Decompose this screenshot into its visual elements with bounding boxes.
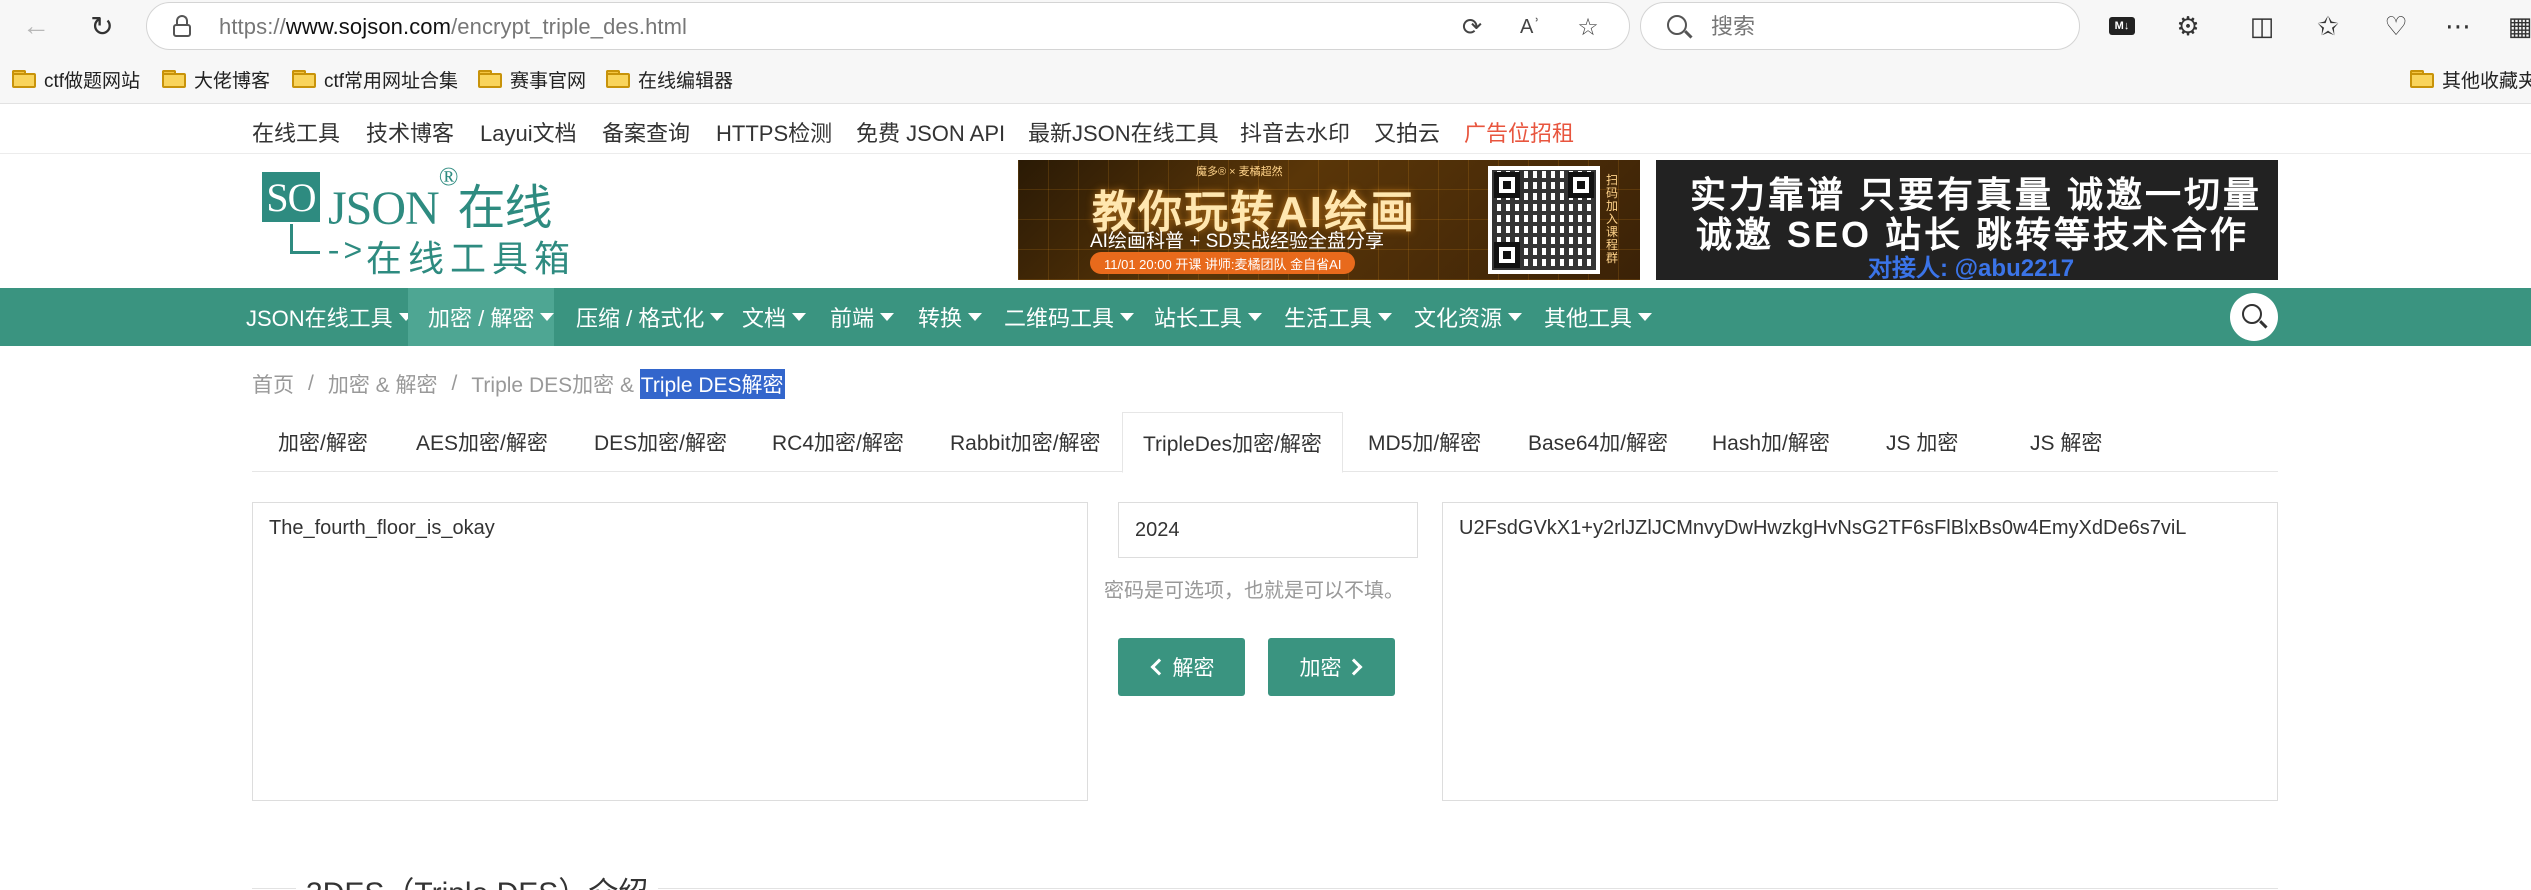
browser-search bbox=[1640, 2, 2080, 50]
caret-down-icon bbox=[1508, 313, 1523, 321]
browser-search-input[interactable] bbox=[1711, 11, 2051, 43]
caret-down-icon bbox=[968, 313, 983, 321]
tab-js-encrypt[interactable]: JS 加密 bbox=[1886, 412, 1958, 472]
bookmark-other-folder[interactable]: 其他收藏夹 bbox=[2410, 66, 2531, 92]
plaintext-input[interactable]: The_fourth_floor_is_okay bbox=[252, 502, 1088, 801]
tab-tripledes[interactable]: TripleDes加密/解密 bbox=[1122, 412, 1343, 473]
nav-compress-format[interactable]: 压缩 / 格式化 bbox=[576, 288, 725, 346]
caret-down-icon bbox=[1378, 313, 1393, 321]
folder-icon bbox=[606, 70, 630, 88]
tab-rabbit[interactable]: Rabbit加密/解密 bbox=[950, 412, 1101, 472]
favorite-star-icon[interactable]: ☆ bbox=[1571, 11, 1605, 43]
bookmarks-bar: ctf做题网站 大佬博客 ctf常用网址合集 赛事官网 在线编辑器 其他收藏夹 bbox=[0, 54, 2531, 104]
breadcrumb-current: Triple DES加密 & bbox=[471, 374, 640, 397]
folder-icon bbox=[292, 70, 316, 88]
tab-des[interactable]: DES加密/解密 bbox=[594, 412, 727, 472]
search-icon bbox=[1667, 15, 1687, 35]
top-link[interactable]: 技术博客 bbox=[366, 116, 454, 148]
top-link[interactable]: 抖音去水印 bbox=[1240, 116, 1350, 148]
folder-icon bbox=[478, 70, 502, 88]
url-text[interactable]: https://www.sojson.com/encrypt_triple_de… bbox=[219, 14, 687, 40]
top-link[interactable]: 最新JSON在线工具 bbox=[1028, 116, 1219, 148]
tool-tabs: 加密/解密 AES加密/解密 DES加密/解密 RC4加密/解密 Rabbit加… bbox=[252, 412, 2278, 473]
markdown-extension-icon[interactable]: M↓ bbox=[2102, 8, 2142, 44]
nav-qrcode[interactable]: 二维码工具 bbox=[1004, 288, 1135, 346]
tab-aes[interactable]: AES加密/解密 bbox=[416, 412, 548, 472]
qr-code bbox=[1488, 166, 1600, 274]
top-link[interactable]: 备案查询 bbox=[602, 116, 690, 148]
breadcrumb-current-selected: Triple DES解密 bbox=[639, 369, 785, 399]
nav-encrypt-decrypt[interactable]: 加密 / 解密 bbox=[408, 288, 555, 346]
bookmark-item[interactable]: 在线编辑器 bbox=[606, 66, 733, 92]
back-icon[interactable]: ← bbox=[14, 6, 58, 46]
sidebar-icon[interactable]: ▦ bbox=[2500, 8, 2531, 44]
split-screen-icon[interactable]: ◫ bbox=[2242, 8, 2282, 44]
site-top-links: 在线工具 技术博客 Layui文档 备案查询 HTTPS检测 免费 JSON A… bbox=[0, 104, 2531, 154]
password-input[interactable] bbox=[1118, 502, 1418, 558]
read-aloud-icon[interactable]: Aʾ bbox=[1513, 11, 1547, 43]
bookmark-item[interactable]: ctf做题网站 bbox=[12, 66, 140, 92]
site-logo[interactable]: SO JSON®在线 -> 在线工具箱 bbox=[262, 162, 572, 280]
caret-down-icon bbox=[710, 313, 725, 321]
caret-down-icon bbox=[1248, 313, 1263, 321]
caret-down-icon bbox=[1120, 313, 1135, 321]
breadcrumb: 首页 / 加密 & 解密 / Triple DES加密 & Triple DES… bbox=[252, 369, 785, 399]
main-nav: JSON在线工具 加密 / 解密 压缩 / 格式化 文档 前端 转换 二维码工具… bbox=[0, 288, 2531, 346]
breadcrumb-level2[interactable]: 加密 & 解密 bbox=[328, 369, 438, 399]
nav-webmaster[interactable]: 站长工具 bbox=[1154, 288, 1263, 346]
ai-course-banner[interactable]: 魔多® × 麦橘超然 教你玩转AI绘画 AI绘画科普 + SD实战经验全盘分享 … bbox=[1018, 160, 1640, 280]
tab-hash[interactable]: Hash加/解密 bbox=[1712, 412, 1830, 472]
top-link[interactable]: 免费 JSON API bbox=[856, 116, 1005, 148]
site-search-button[interactable] bbox=[2230, 293, 2278, 341]
breadcrumb-home[interactable]: 首页 bbox=[252, 369, 294, 399]
bookmark-item[interactable]: 大佬博客 bbox=[162, 66, 270, 92]
browser-toolbar: ← ↻ https://www.sojson.com/encrypt_tripl… bbox=[0, 0, 2531, 54]
caret-down-icon bbox=[880, 313, 895, 321]
tab-rc4[interactable]: RC4加密/解密 bbox=[772, 412, 904, 472]
chevron-left-icon bbox=[1150, 658, 1167, 676]
caret-down-icon bbox=[1638, 313, 1653, 321]
search-icon bbox=[2242, 304, 2262, 324]
lock-icon[interactable] bbox=[173, 15, 191, 37]
section-title: 3DES（Triple DES）介绍 bbox=[296, 868, 659, 890]
caret-down-icon bbox=[792, 313, 807, 321]
decrypt-button[interactable]: 解密 bbox=[1118, 638, 1245, 696]
password-hint: 密码是可选项，也就是可以不填。 bbox=[1104, 580, 1404, 602]
seo-cooperation-banner[interactable]: 实力靠谱 只要有真量 诚邀一切量 诚邀 SEO 站长 跳转等技术合作 对接人: … bbox=[1656, 160, 2278, 282]
nav-frontend[interactable]: 前端 bbox=[830, 288, 895, 346]
tab-js-decrypt[interactable]: JS 解密 bbox=[2030, 412, 2102, 472]
nav-json-tools[interactable]: JSON在线工具 bbox=[244, 288, 415, 346]
caret-down-icon bbox=[540, 313, 555, 321]
refresh-icon[interactable]: ↻ bbox=[80, 6, 124, 46]
tab-encrypt-decrypt[interactable]: 加密/解密 bbox=[278, 412, 368, 472]
folder-icon bbox=[12, 70, 36, 88]
extensions-icon[interactable]: ⚙ bbox=[2168, 8, 2208, 44]
browser-essentials-icon[interactable]: ♡ bbox=[2376, 8, 2416, 44]
address-bar[interactable]: https://www.sojson.com/encrypt_triple_de… bbox=[146, 2, 1630, 50]
ad-link[interactable]: 广告位招租 bbox=[1464, 116, 1574, 148]
top-link[interactable]: Layui文档 bbox=[480, 116, 577, 148]
chevron-right-icon bbox=[1345, 658, 1362, 676]
nav-other-tools[interactable]: 其他工具 bbox=[1544, 288, 1653, 346]
encrypt-button[interactable]: 加密 bbox=[1268, 638, 1395, 696]
nav-culture[interactable]: 文化资源 bbox=[1414, 288, 1523, 346]
top-link[interactable]: 在线工具 bbox=[252, 116, 340, 148]
nav-docs[interactable]: 文档 bbox=[742, 288, 807, 346]
folder-icon bbox=[2410, 70, 2434, 88]
nav-convert[interactable]: 转换 bbox=[918, 288, 983, 346]
nav-life-tools[interactable]: 生活工具 bbox=[1284, 288, 1393, 346]
bookmark-item[interactable]: 赛事官网 bbox=[478, 66, 586, 92]
top-link[interactable]: HTTPS检测 bbox=[716, 116, 832, 148]
translate-icon[interactable]: ⟳ bbox=[1455, 11, 1489, 43]
bookmark-item[interactable]: ctf常用网址合集 bbox=[292, 66, 458, 92]
tab-md5[interactable]: MD5加/解密 bbox=[1368, 412, 1481, 472]
folder-icon bbox=[162, 70, 186, 88]
top-link[interactable]: 又拍云 bbox=[1374, 116, 1440, 148]
more-menu-icon[interactable]: ⋯ bbox=[2438, 8, 2478, 44]
tab-base64[interactable]: Base64加/解密 bbox=[1528, 412, 1668, 472]
favorites-icon[interactable]: ✩ bbox=[2308, 8, 2348, 44]
ciphertext-output[interactable]: U2FsdGVkX1+y2rlJZlJCMnvyDwHwzkgHvNsG2TF6… bbox=[1442, 502, 2278, 801]
